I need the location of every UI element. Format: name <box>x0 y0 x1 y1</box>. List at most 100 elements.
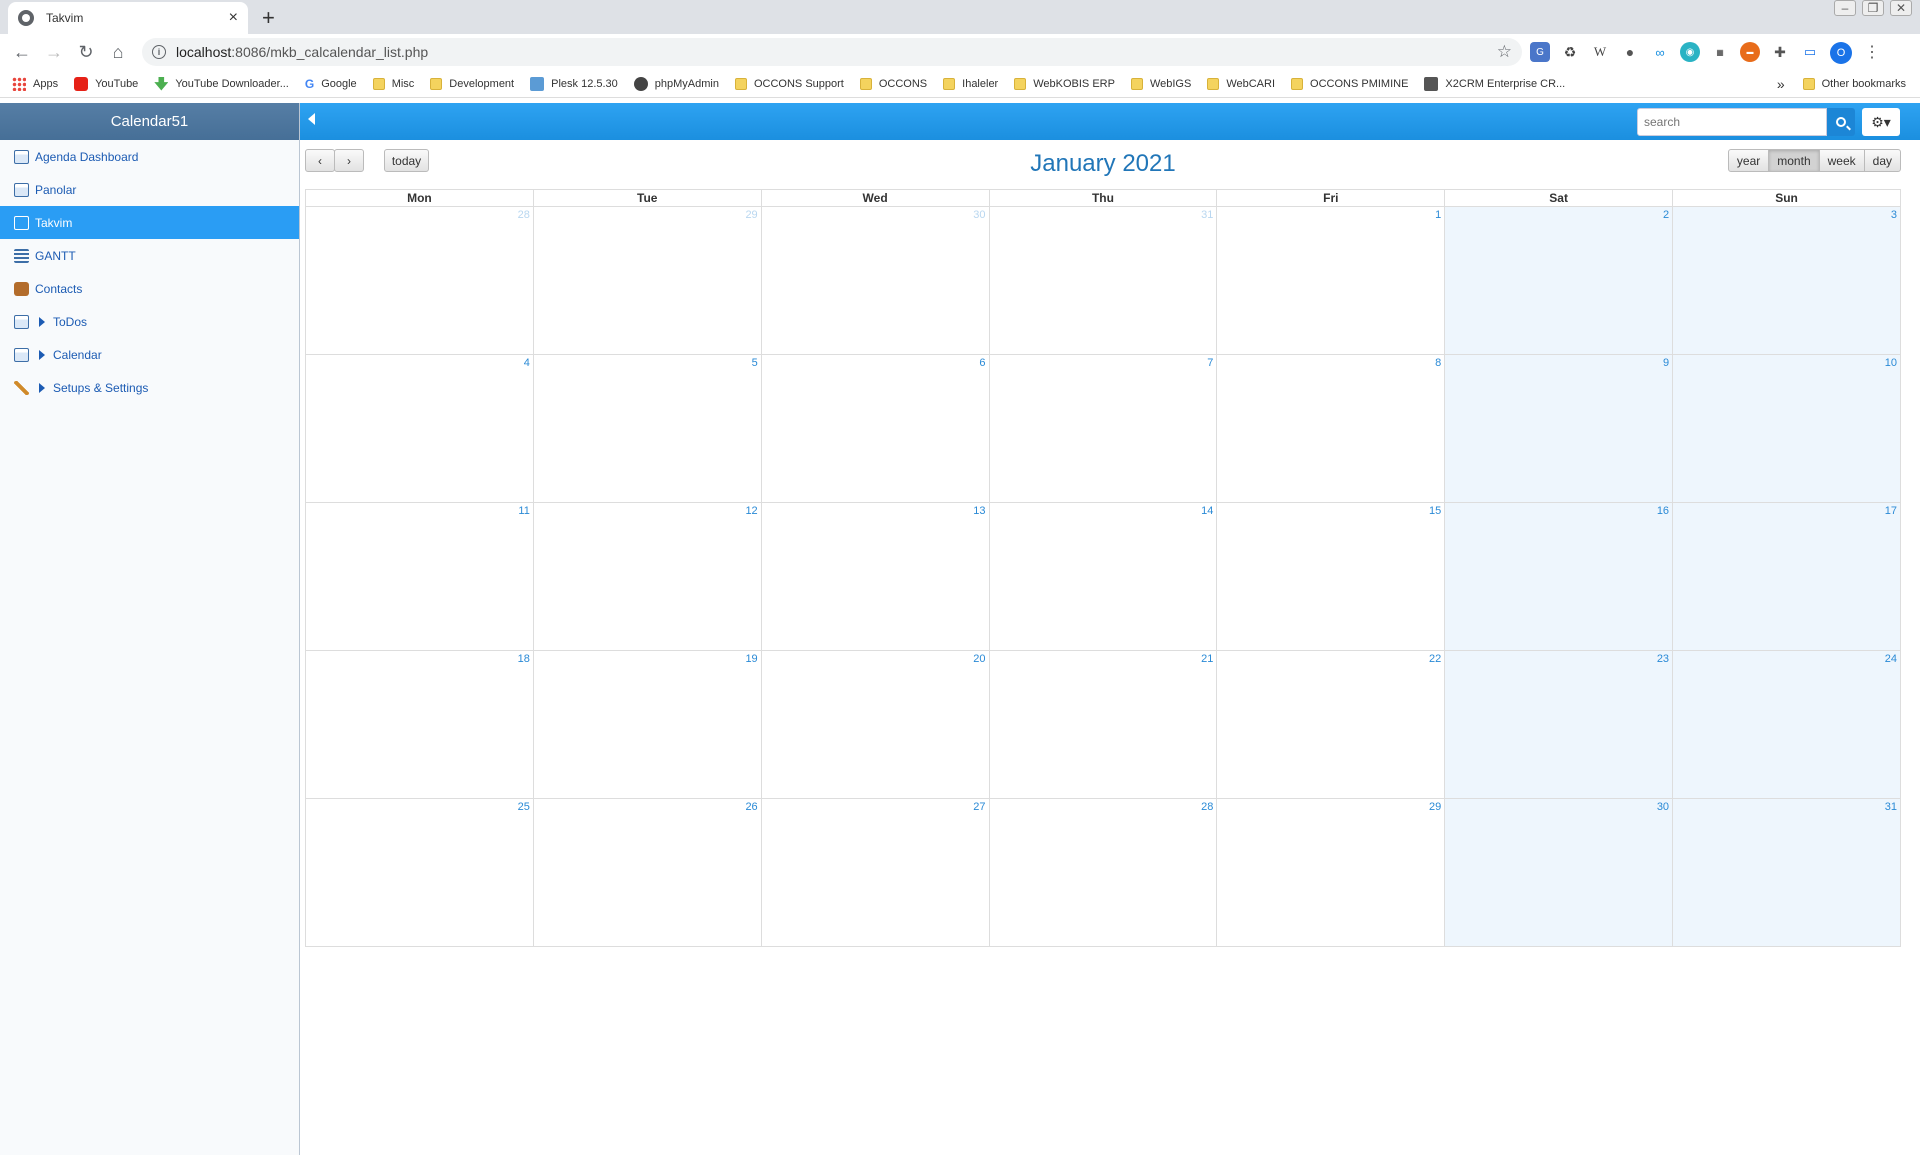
day-number[interactable]: 4 <box>524 357 530 369</box>
day-cell[interactable]: 9 <box>1444 354 1674 503</box>
wikipedia-icon[interactable]: W <box>1590 42 1610 62</box>
day-cell[interactable]: 21 <box>988 650 1218 799</box>
day-cell[interactable]: 8 <box>1216 354 1446 503</box>
day-number[interactable]: 30 <box>1657 801 1669 813</box>
day-number[interactable]: 8 <box>1435 357 1441 369</box>
day-number[interactable]: 2 <box>1663 209 1669 221</box>
day-cell[interactable]: 11 <box>305 502 534 651</box>
view-month-button[interactable]: month <box>1768 149 1820 172</box>
kebab-menu-icon[interactable]: ⋮ <box>1862 42 1882 62</box>
day-cell[interactable]: 16 <box>1444 502 1674 651</box>
day-number[interactable]: 19 <box>745 653 757 665</box>
sidebar-item-gantt[interactable]: GANTT <box>0 239 299 272</box>
new-tab-button[interactable]: + <box>262 5 275 31</box>
pin-icon[interactable]: ● <box>1620 42 1640 62</box>
bookmark-x2crm[interactable]: X2CRM Enterprise CR... <box>1424 76 1565 91</box>
search-input[interactable] <box>1637 108 1827 136</box>
view-day-button[interactable]: day <box>1863 149 1901 172</box>
day-number[interactable]: 31 <box>1201 209 1213 221</box>
day-cell[interactable]: 17 <box>1672 502 1901 651</box>
day-number[interactable]: 21 <box>1201 653 1213 665</box>
day-number[interactable]: 27 <box>973 801 985 813</box>
bookmark-webigs[interactable]: WebIGS <box>1130 77 1191 90</box>
forward-icon[interactable]: → <box>38 42 70 63</box>
search-button[interactable] <box>1827 108 1855 136</box>
day-cell[interactable]: 22 <box>1216 650 1446 799</box>
bookmark-webcari[interactable]: WebCARI <box>1207 77 1275 90</box>
other-bookmarks[interactable]: Other bookmarks <box>1802 78 1906 90</box>
day-cell[interactable]: 28 <box>988 798 1218 947</box>
day-cell[interactable]: 23 <box>1444 650 1674 799</box>
home-icon[interactable]: ⌂ <box>102 42 134 63</box>
day-cell[interactable]: 3 <box>1672 206 1901 355</box>
day-number[interactable]: 31 <box>1885 801 1897 813</box>
day-number[interactable]: 28 <box>518 209 530 221</box>
url-text[interactable]: localhost:8086/mkb_calcalendar_list.php <box>176 44 1497 60</box>
day-cell[interactable]: 1 <box>1216 206 1446 355</box>
day-cell[interactable]: 28 <box>305 206 534 355</box>
day-cell[interactable]: 24 <box>1672 650 1901 799</box>
bookmark-google[interactable]: G Google <box>305 77 357 91</box>
day-number[interactable]: 6 <box>979 357 985 369</box>
expand-caret-icon[interactable] <box>39 316 45 327</box>
day-cell[interactable]: 25 <box>305 798 534 947</box>
cast-icon[interactable]: ▭ <box>1800 42 1820 62</box>
day-number[interactable]: 13 <box>973 505 985 517</box>
sidebar-item-takvim[interactable]: Takvim <box>0 206 299 239</box>
expand-caret-icon[interactable] <box>39 349 45 360</box>
bookmark-ihaleler[interactable]: Ihaleler <box>943 77 998 90</box>
day-number[interactable]: 7 <box>1207 357 1213 369</box>
sidebar-item-panolar[interactable]: Panolar <box>0 173 299 206</box>
day-cell[interactable]: 7 <box>988 354 1218 503</box>
day-cell[interactable]: 29 <box>1216 798 1446 947</box>
browser-tab[interactable]: Takvim × <box>8 2 248 34</box>
day-cell[interactable]: 29 <box>532 206 762 355</box>
reload-icon[interactable]: ↻ <box>70 42 102 63</box>
collapse-sidebar-icon[interactable] <box>308 113 315 125</box>
day-number[interactable]: 5 <box>752 357 758 369</box>
bookmark-occons-support[interactable]: OCCONS Support <box>734 77 844 90</box>
expand-caret-icon[interactable] <box>39 382 45 393</box>
day-cell[interactable]: 31 <box>1672 798 1901 947</box>
day-number[interactable]: 3 <box>1891 209 1897 221</box>
bookmark-misc[interactable]: Misc <box>372 77 414 90</box>
qr-icon[interactable]: ▦ <box>1710 42 1730 62</box>
address-bar[interactable]: i localhost:8086/mkb_calcalendar_list.ph… <box>142 38 1522 66</box>
day-number[interactable]: 29 <box>745 209 757 221</box>
day-cell[interactable]: 31 <box>988 206 1218 355</box>
profile-avatar[interactable]: O <box>1830 42 1852 64</box>
bookmark-development[interactable]: Development <box>430 77 514 90</box>
day-number[interactable]: 24 <box>1885 653 1897 665</box>
bookmark-youtube-downloader[interactable]: YouTube Downloader... <box>154 76 289 91</box>
day-cell[interactable]: 14 <box>988 502 1218 651</box>
sidebar-item-agenda-dashboard[interactable]: Agenda Dashboard <box>0 140 299 173</box>
infinity-icon[interactable]: ∞ <box>1650 42 1670 62</box>
day-cell[interactable]: 15 <box>1216 502 1446 651</box>
sidebar-item-contacts[interactable]: Contacts <box>0 272 299 305</box>
day-number[interactable]: 10 <box>1885 357 1897 369</box>
day-cell[interactable]: 30 <box>1444 798 1674 947</box>
bookmark-occons-pmimine[interactable]: OCCONS PMIMINE <box>1291 77 1408 90</box>
day-number[interactable]: 20 <box>973 653 985 665</box>
view-week-button[interactable]: week <box>1818 149 1865 172</box>
day-cell[interactable]: 6 <box>760 354 990 503</box>
close-window-icon[interactable]: ✕ <box>1890 0 1912 16</box>
day-cell[interactable]: 20 <box>760 650 990 799</box>
more-bookmarks-icon[interactable]: » <box>1777 76 1785 92</box>
info-icon[interactable]: i <box>152 45 166 59</box>
day-cell[interactable]: 26 <box>532 798 762 947</box>
day-cell[interactable]: 27 <box>760 798 990 947</box>
bookmark-phpmyadmin[interactable]: phpMyAdmin <box>633 76 719 91</box>
day-cell[interactable]: 13 <box>760 502 990 651</box>
rss-icon[interactable]: ▬ <box>1740 42 1760 62</box>
day-number[interactable]: 25 <box>518 801 530 813</box>
day-number[interactable]: 9 <box>1663 357 1669 369</box>
puzzle-icon[interactable]: ✚ <box>1770 42 1790 62</box>
day-number[interactable]: 11 <box>518 505 529 517</box>
day-number[interactable]: 26 <box>745 801 757 813</box>
sidebar-item-setups-settings[interactable]: Setups & Settings <box>0 371 299 404</box>
day-number[interactable]: 17 <box>1885 505 1897 517</box>
sidebar-item-todos[interactable]: ToDos <box>0 305 299 338</box>
day-cell[interactable]: 19 <box>532 650 762 799</box>
day-number[interactable]: 1 <box>1435 209 1441 221</box>
